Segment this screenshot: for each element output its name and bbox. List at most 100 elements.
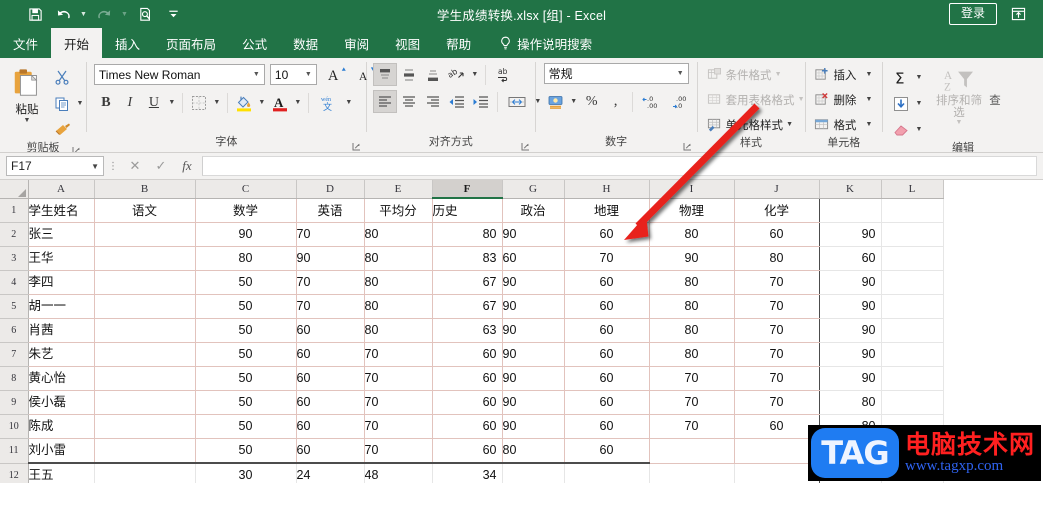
tab-formulas[interactable]: 公式: [229, 28, 280, 58]
cell-K4[interactable]: 90: [819, 270, 882, 295]
tell-me-search[interactable]: 操作说明搜索: [484, 28, 602, 58]
cell-G7[interactable]: 90: [502, 342, 565, 367]
cell-E3[interactable]: 80: [364, 246, 433, 271]
cell-J12[interactable]: [734, 463, 820, 483]
row-header-2[interactable]: 2: [0, 222, 29, 247]
find-select-button[interactable]: 查: [987, 63, 1003, 107]
column-header-B[interactable]: B: [94, 180, 196, 199]
cell-E7[interactable]: 70: [364, 342, 433, 367]
clear-dropdown-icon[interactable]: ▼: [913, 118, 925, 141]
cell-K8[interactable]: 90: [819, 366, 882, 391]
cell-E9[interactable]: 70: [364, 390, 433, 415]
spreadsheet-grid[interactable]: A B C D E F G H I J K L 1 学生姓名 语文 数学 英语 …: [0, 180, 1043, 483]
cell-I1[interactable]: 物理: [649, 198, 735, 223]
format-painter-icon[interactable]: [50, 119, 74, 141]
paste-button[interactable]: 粘贴 ▼: [4, 63, 50, 124]
cell-D5[interactable]: 70: [296, 294, 365, 319]
cell-K2[interactable]: 90: [819, 222, 882, 247]
fill-color-icon[interactable]: [232, 91, 256, 114]
cell-styles-button[interactable]: 单元格样式 ▼: [706, 113, 793, 136]
cell-C10[interactable]: 50: [195, 414, 297, 439]
align-middle-icon[interactable]: [397, 63, 421, 86]
column-header-F[interactable]: F: [432, 180, 503, 199]
cell-L9[interactable]: [881, 390, 944, 415]
cell-A4[interactable]: 李四: [28, 270, 95, 295]
insert-cells-button[interactable]: 插入 ▼: [813, 63, 872, 86]
cell-J2[interactable]: 60: [734, 222, 820, 247]
cell-L3[interactable]: [881, 246, 944, 271]
font-name-dropdown-icon[interactable]: ▼: [249, 71, 264, 78]
cell-G9[interactable]: 90: [502, 390, 565, 415]
wrap-text-icon[interactable]: ab: [490, 63, 520, 86]
cell-I10[interactable]: 70: [649, 414, 735, 439]
percent-style-button[interactable]: %: [580, 90, 604, 113]
cell-A9[interactable]: 侯小磊: [28, 390, 95, 415]
cell-C12[interactable]: 30: [195, 463, 297, 483]
borders-dropdown-icon[interactable]: ▼: [211, 91, 223, 114]
cell-C6[interactable]: 50: [195, 318, 297, 343]
cell-J1[interactable]: 化学: [734, 198, 820, 223]
cell-J6[interactable]: 70: [734, 318, 820, 343]
cell-D2[interactable]: 70: [296, 222, 365, 247]
format-as-table-dropdown-icon[interactable]: ▼: [798, 96, 805, 103]
cell-K7[interactable]: 90: [819, 342, 882, 367]
cell-E2[interactable]: 80: [364, 222, 433, 247]
cell-E12[interactable]: 48: [364, 463, 433, 483]
cell-F3[interactable]: 83: [432, 246, 503, 271]
row-header-1[interactable]: 1: [0, 198, 29, 223]
fill-color-dropdown-icon[interactable]: ▼: [256, 91, 268, 114]
format-cells-dropdown-icon[interactable]: ▼: [865, 121, 872, 128]
cell-A3[interactable]: 王华: [28, 246, 95, 271]
cell-A5[interactable]: 胡一一: [28, 294, 95, 319]
format-as-table-button[interactable]: 套用表格格式 ▼: [706, 88, 805, 111]
underline-button[interactable]: U: [142, 91, 166, 114]
cell-J9[interactable]: 70: [734, 390, 820, 415]
cell-L8[interactable]: [881, 366, 944, 391]
cell-A2[interactable]: 张三: [28, 222, 95, 247]
sort-filter-dropdown-icon[interactable]: ▼: [956, 119, 963, 126]
cell-K5[interactable]: 90: [819, 294, 882, 319]
cell-E11[interactable]: 70: [364, 438, 433, 464]
cell-I7[interactable]: 80: [649, 342, 735, 367]
copy-dropdown-icon[interactable]: ▼: [74, 92, 86, 115]
cell-D4[interactable]: 70: [296, 270, 365, 295]
copy-icon[interactable]: [50, 93, 74, 115]
cell-I8[interactable]: 70: [649, 366, 735, 391]
autosum-icon[interactable]: Σ: [889, 66, 913, 89]
cell-A6[interactable]: 肖茜: [28, 318, 95, 343]
accounting-format-icon[interactable]: [544, 90, 568, 113]
align-left-icon[interactable]: [372, 90, 397, 113]
cell-K1[interactable]: [819, 198, 882, 223]
cell-K6[interactable]: 90: [819, 318, 882, 343]
cell-D7[interactable]: 60: [296, 342, 365, 367]
row-header-7[interactable]: 7: [0, 342, 29, 367]
cell-B11[interactable]: [94, 438, 196, 464]
cell-I4[interactable]: 80: [649, 270, 735, 295]
cell-D3[interactable]: 90: [296, 246, 365, 271]
tab-insert[interactable]: 插入: [102, 28, 153, 58]
cell-G1[interactable]: 政治: [502, 198, 565, 223]
fill-dropdown-icon[interactable]: ▼: [913, 92, 925, 115]
cell-B1[interactable]: 语文: [94, 198, 196, 223]
cell-D10[interactable]: 60: [296, 414, 365, 439]
fill-icon[interactable]: [889, 92, 913, 115]
tab-home[interactable]: 开始: [51, 28, 103, 58]
cell-J4[interactable]: 70: [734, 270, 820, 295]
borders-icon[interactable]: [187, 91, 211, 114]
cell-A11[interactable]: 刘小雷: [28, 438, 95, 464]
font-size-combo[interactable]: 10 ▼: [269, 64, 317, 85]
cell-D6[interactable]: 60: [296, 318, 365, 343]
cell-I3[interactable]: 90: [649, 246, 735, 271]
undo-icon[interactable]: [50, 3, 76, 25]
sign-in-button[interactable]: 登录: [948, 3, 997, 25]
align-right-icon[interactable]: [421, 90, 445, 113]
tab-view[interactable]: 视图: [382, 28, 433, 58]
cell-H6[interactable]: 60: [564, 318, 650, 343]
font-size-dropdown-icon[interactable]: ▼: [301, 71, 316, 78]
column-header-L[interactable]: L: [881, 180, 944, 199]
column-header-C[interactable]: C: [195, 180, 297, 199]
column-header-D[interactable]: D: [296, 180, 365, 199]
cell-L2[interactable]: [881, 222, 944, 247]
phonetic-guide-icon[interactable]: wén 文: [313, 91, 343, 114]
cell-A8[interactable]: 黄心怡: [28, 366, 95, 391]
